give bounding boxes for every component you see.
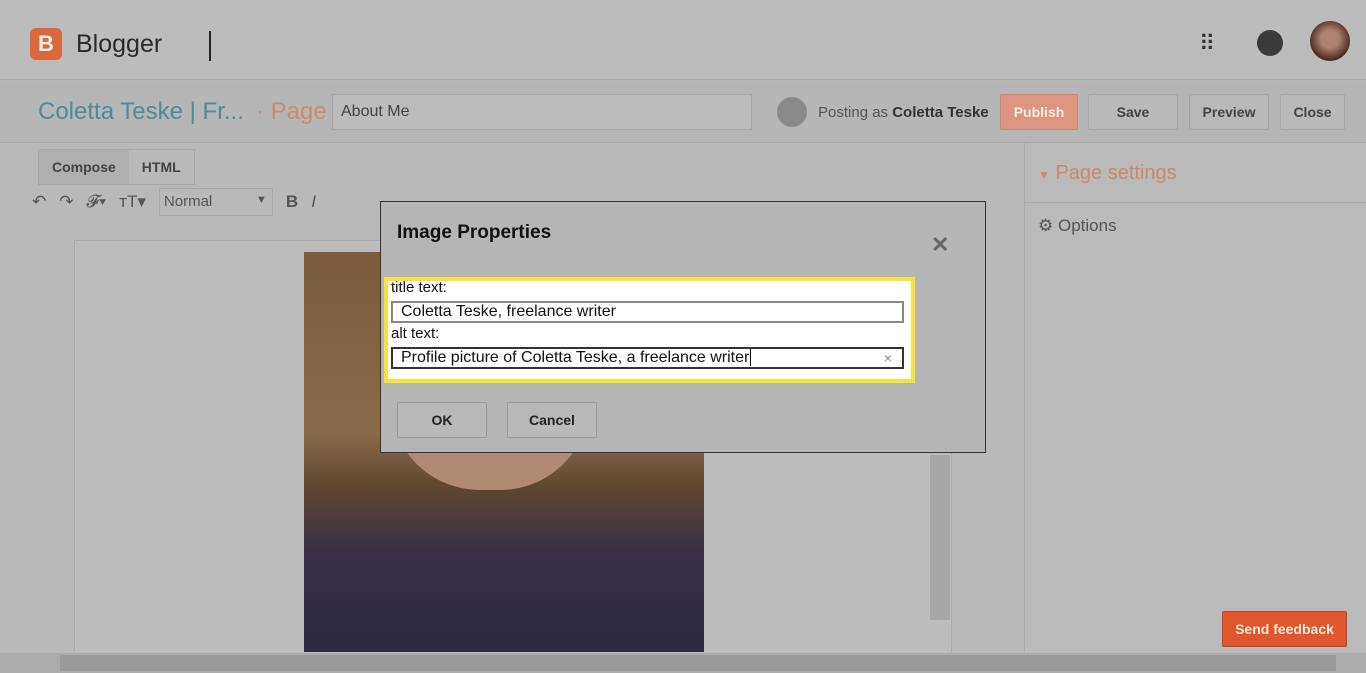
sidebar-divider	[1024, 202, 1366, 203]
undo-icon[interactable]: ↶	[32, 192, 46, 212]
blog-name-link[interactable]: Coletta Teske | Fr...	[38, 98, 244, 126]
format-value: Normal	[163, 193, 213, 210]
font-icon[interactable]: 𝓕▾	[87, 192, 107, 212]
editor-scrollbar[interactable]	[930, 455, 950, 620]
chevron-down-icon: ▼	[256, 194, 267, 206]
clear-icon[interactable]: ×	[884, 349, 892, 367]
text-cursor	[209, 31, 211, 61]
post-type-label: · Page	[256, 98, 327, 125]
font-size-icon[interactable]: тT▾	[119, 192, 146, 212]
gear-icon: ⚙	[1038, 216, 1054, 235]
ok-button[interactable]: OK	[397, 402, 487, 438]
preview-button[interactable]: Preview	[1189, 94, 1269, 130]
options-label: Options	[1057, 216, 1117, 235]
scrollbar-thumb[interactable]	[60, 655, 1336, 671]
posting-as: Posting as Coletta Teske	[818, 104, 989, 121]
close-button[interactable]: Close	[1280, 94, 1345, 130]
page-settings-label: Page settings	[1055, 162, 1177, 184]
title-text-label: title text:	[391, 279, 447, 296]
apps-grid-icon[interactable]: ⠿	[1199, 31, 1215, 57]
mode-tabs: Compose HTML	[38, 149, 195, 185]
tab-compose[interactable]: Compose	[39, 150, 129, 184]
publish-button[interactable]: Publish	[1000, 94, 1078, 130]
redo-icon[interactable]: ↷	[59, 192, 73, 212]
close-icon[interactable]: ✕	[931, 232, 949, 258]
save-button[interactable]: Save	[1088, 94, 1178, 130]
alt-text-label: alt text:	[391, 325, 440, 342]
title-text-input[interactable]: Coletta Teske, freelance writer	[391, 301, 904, 323]
blogger-logo[interactable]: B	[30, 28, 62, 60]
posting-as-prefix: Posting as	[818, 104, 889, 121]
account-avatar[interactable]	[1310, 21, 1350, 61]
top-bar	[0, 0, 1366, 80]
alt-text-value: Profile picture of Coletta Teske, a free…	[401, 349, 750, 366]
editor-toolbar: ↶ ↷ 𝓕▾ тT▾ Normal ▼ B I	[32, 188, 316, 216]
format-select[interactable]: Normal ▼	[158, 188, 273, 216]
posting-as-name: Coletta Teske	[892, 104, 989, 121]
page-settings-header[interactable]: ▼ Page settings	[1038, 162, 1177, 185]
options-item[interactable]: ⚙ Options	[1038, 216, 1117, 236]
image-properties-dialog: Image Properties ✕ title text: Coletta T…	[380, 201, 986, 453]
page-title-input[interactable]: About Me	[332, 94, 752, 130]
dialog-title: Image Properties	[397, 222, 552, 243]
tab-html[interactable]: HTML	[129, 150, 194, 184]
poster-avatar	[777, 97, 807, 127]
send-feedback-button[interactable]: Send feedback	[1222, 611, 1347, 647]
notifications-bell-icon[interactable]	[1257, 30, 1283, 56]
highlighted-fields: title text: Coletta Teske, freelance wri…	[384, 277, 915, 383]
italic-button[interactable]: I	[311, 192, 316, 212]
caret-down-icon: ▼	[1038, 168, 1050, 182]
brand-name: Blogger	[76, 30, 163, 58]
alt-text-input[interactable]: Profile picture of Coletta Teske, a free…	[391, 347, 904, 369]
cancel-button[interactable]: Cancel	[507, 402, 597, 438]
bold-button[interactable]: B	[286, 192, 298, 212]
